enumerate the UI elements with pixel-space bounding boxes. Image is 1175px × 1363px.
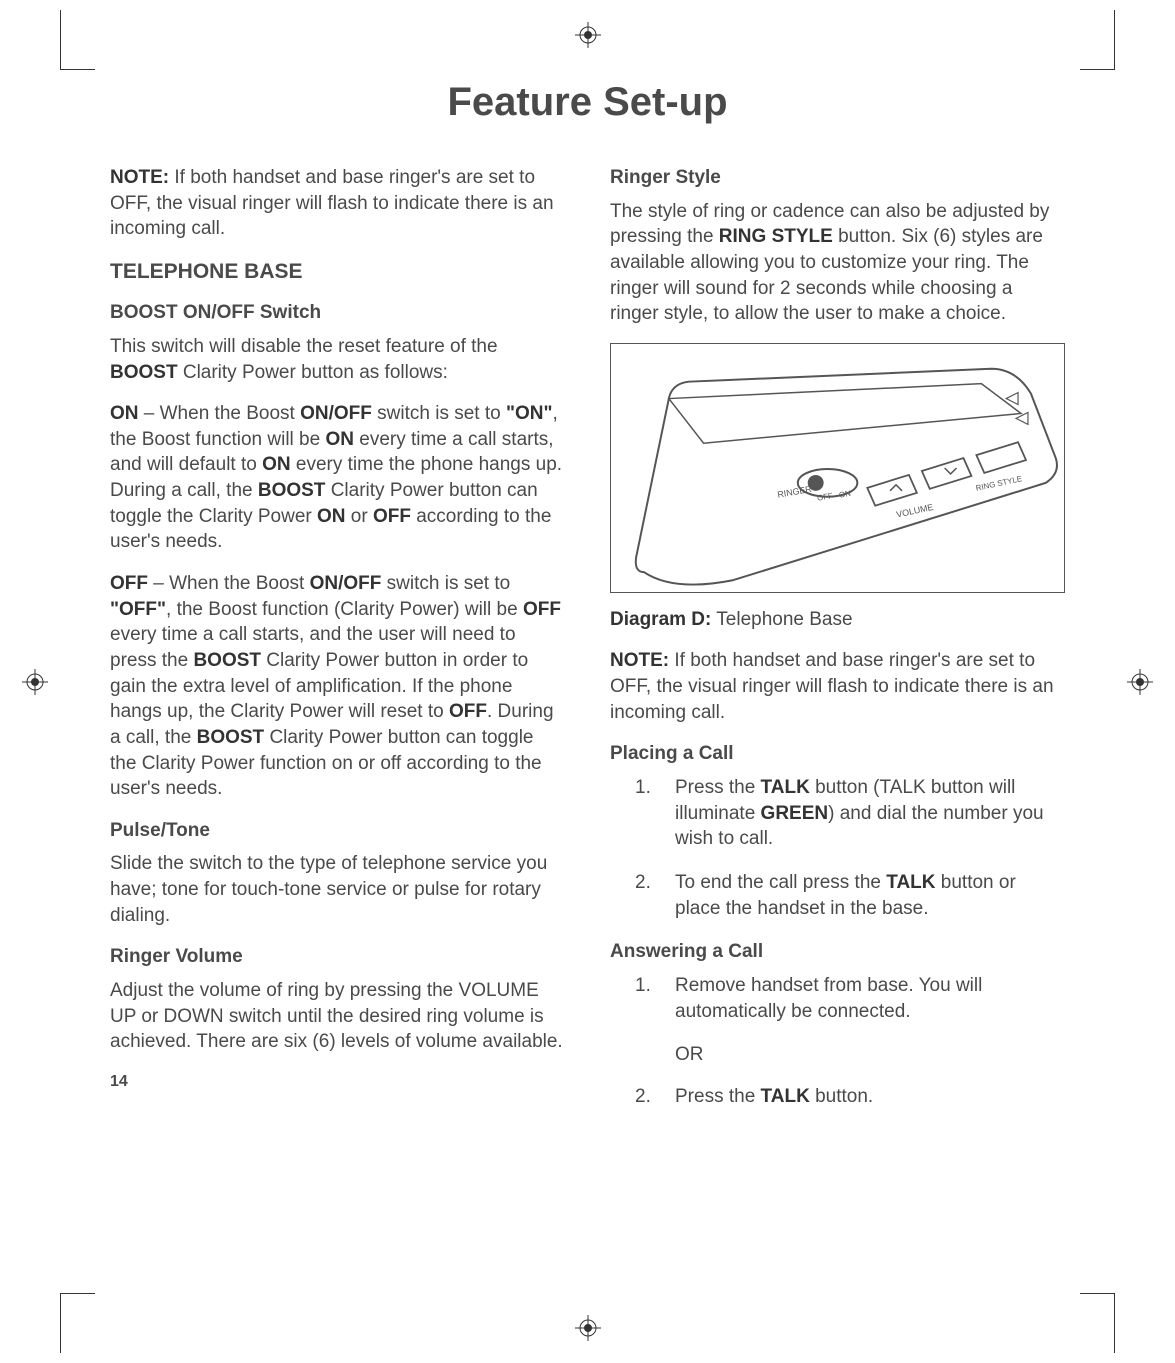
placing-call-list: 1.Press the TALK button (TALK button wil… xyxy=(610,775,1065,921)
page-number: 14 xyxy=(110,1071,565,1093)
list-item: 1.Press the TALK button (TALK button wil… xyxy=(650,775,1065,852)
svg-text:RINGER: RINGER xyxy=(777,484,813,500)
svg-text:RING STYLE: RING STYLE xyxy=(975,474,1023,493)
list-item: 2.To end the call press the TALK button … xyxy=(650,870,1065,921)
boost-desc: This switch will disable the reset featu… xyxy=(110,334,565,385)
registration-mark-icon xyxy=(575,22,601,48)
page-content: Feature Set-up NOTE: If both handset and… xyxy=(110,80,1065,1273)
ringer-style-heading: Ringer Style xyxy=(610,165,1065,191)
ringer-style-desc: The style of ring or cadence can also be… xyxy=(610,199,1065,327)
ringer-volume-desc: Adjust the volume of ring by pressing th… xyxy=(110,978,565,1055)
pulse-tone-heading: Pulse/Tone xyxy=(110,818,565,844)
registration-mark-icon xyxy=(575,1315,601,1341)
left-column: NOTE: If both handset and base ringer's … xyxy=(110,165,565,1127)
boost-off-desc: OFF – When the Boost ON/OFF switch is se… xyxy=(110,571,565,802)
registration-mark-icon xyxy=(22,669,48,695)
svg-text:OFF: OFF xyxy=(816,491,833,503)
pulse-tone-desc: Slide the switch to the type of telephon… xyxy=(110,851,565,928)
crop-mark xyxy=(60,1293,95,1353)
or-text: OR xyxy=(675,1042,1065,1068)
svg-text:VOLUME: VOLUME xyxy=(895,502,934,520)
phone-base-illustration-icon: RINGER OFF ON VOLUME RING STYLE xyxy=(611,344,1064,592)
note-text: NOTE: If both handset and base ringer's … xyxy=(110,165,565,242)
boost-on-desc: ON – When the Boost ON/OFF switch is set… xyxy=(110,401,565,555)
placing-call-heading: Placing a Call xyxy=(610,741,1065,767)
columns: NOTE: If both handset and base ringer's … xyxy=(110,165,1065,1127)
crop-mark xyxy=(1080,1293,1115,1353)
page-title: Feature Set-up xyxy=(110,80,1065,125)
answering-call-heading: Answering a Call xyxy=(610,939,1065,965)
right-column: Ringer Style The style of ring or cadenc… xyxy=(610,165,1065,1127)
answering-call-list: 1.Remove handset from base. You will aut… xyxy=(610,973,1065,1024)
boost-switch-heading: BOOST ON/OFF Switch xyxy=(110,300,565,326)
ringer-volume-heading: Ringer Volume xyxy=(110,944,565,970)
crop-mark xyxy=(1080,10,1115,70)
crop-mark xyxy=(60,10,95,70)
registration-mark-icon xyxy=(1127,669,1153,695)
diagram-caption: Diagram D: Telephone Base xyxy=(610,607,1065,633)
diagram-d-telephone-base: RINGER OFF ON VOLUME RING STYLE xyxy=(610,343,1065,593)
svg-text:ON: ON xyxy=(838,489,852,500)
list-item: 2.Press the TALK button. xyxy=(650,1084,1065,1110)
telephone-base-heading: TELEPHONE BASE xyxy=(110,258,565,286)
list-item: 1.Remove handset from base. You will aut… xyxy=(650,973,1065,1024)
answering-call-list-2: 2.Press the TALK button. xyxy=(610,1084,1065,1110)
note-text-2: NOTE: If both handset and base ringer's … xyxy=(610,648,1065,725)
